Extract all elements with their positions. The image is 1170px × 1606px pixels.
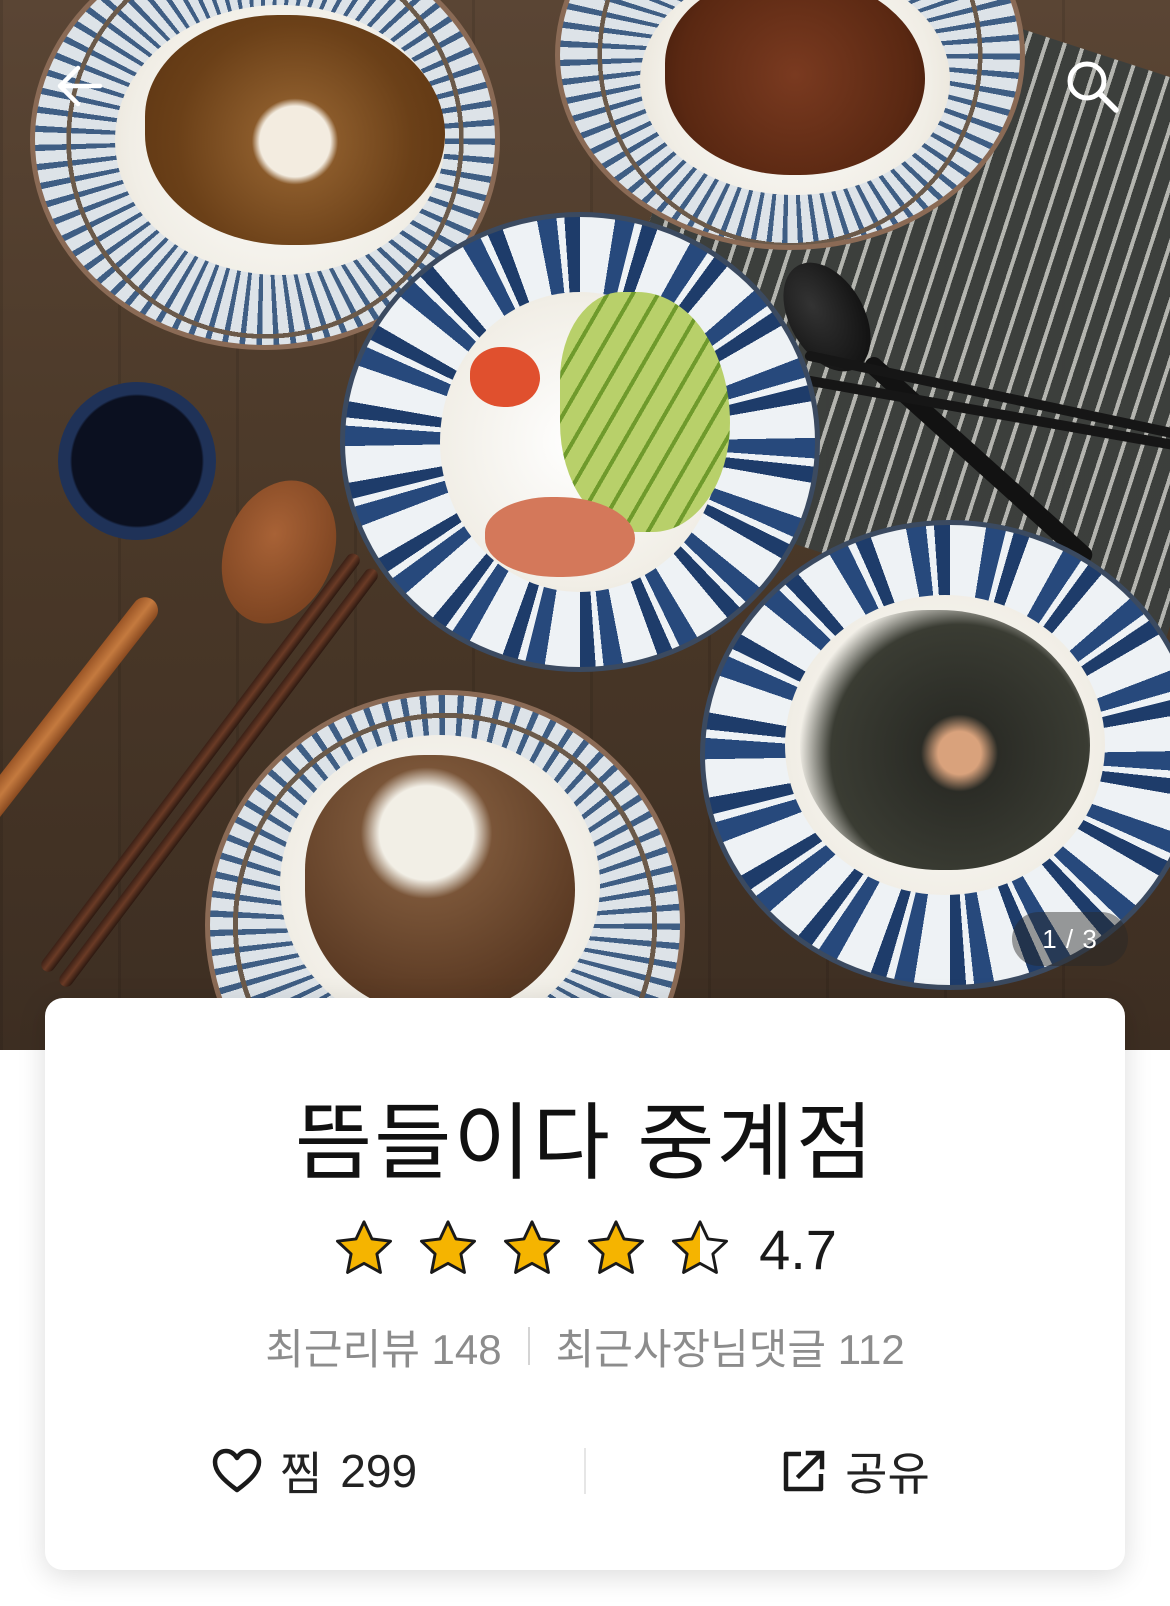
favorite-count: 299 — [340, 1445, 418, 1497]
owner-replies-label: 최근사장님댓글 — [555, 1325, 827, 1373]
recent-reviews-count: 148 — [431, 1325, 502, 1373]
heart-outline-icon — [212, 1448, 262, 1493]
gallery-page-counter: 1 / 3 — [1012, 912, 1128, 966]
star-filled-icon — [588, 1220, 645, 1274]
search-button[interactable] — [1052, 46, 1132, 126]
review-stats: 최근리뷰 148 최근사장님댓글 112 — [45, 1316, 1125, 1376]
plate-pulled-pork-bowl — [205, 690, 685, 1050]
plate-avocado-bowl — [340, 212, 820, 672]
arrow-left-icon — [57, 65, 103, 107]
star-filled-icon — [420, 1220, 477, 1274]
favorite-label: 찜 — [279, 1448, 323, 1500]
star-half-icon — [672, 1220, 729, 1274]
recent-reviews-link[interactable]: 최근리뷰 148 — [265, 1316, 501, 1377]
action-bar: 찜 299 공유 — [45, 1430, 1125, 1512]
rating-value: 4.7 — [759, 1217, 837, 1281]
owner-replies-link[interactable]: 최근사장님댓글 112 — [556, 1316, 905, 1377]
share-icon — [783, 1450, 825, 1492]
search-icon — [1067, 61, 1119, 113]
star-filled-icon — [336, 1220, 393, 1274]
store-info-card: 뜸들이다 중계점 4.7 최근리뷰 148 최근사장님댓글 112 찜 299 … — [45, 998, 1125, 1570]
stats-divider — [527, 1327, 530, 1365]
soy-sauce-cup — [58, 382, 216, 540]
star-filled-icon — [504, 1220, 561, 1274]
back-button[interactable] — [40, 46, 120, 126]
recent-reviews-label: 최근리뷰 — [265, 1325, 420, 1373]
share-button[interactable]: 공유 — [586, 1430, 1125, 1512]
rating-row: 4.7 — [45, 1216, 1125, 1282]
favorite-button[interactable]: 찜 299 — [45, 1430, 584, 1512]
store-photo-gallery[interactable]: 1 / 3 — [0, 0, 1170, 1050]
wooden-spoon-handle — [0, 591, 164, 869]
share-label: 공유 — [845, 1448, 930, 1500]
owner-replies-count: 112 — [837, 1325, 905, 1373]
store-name: 뜸들이다 중계점 — [294, 1096, 876, 1190]
